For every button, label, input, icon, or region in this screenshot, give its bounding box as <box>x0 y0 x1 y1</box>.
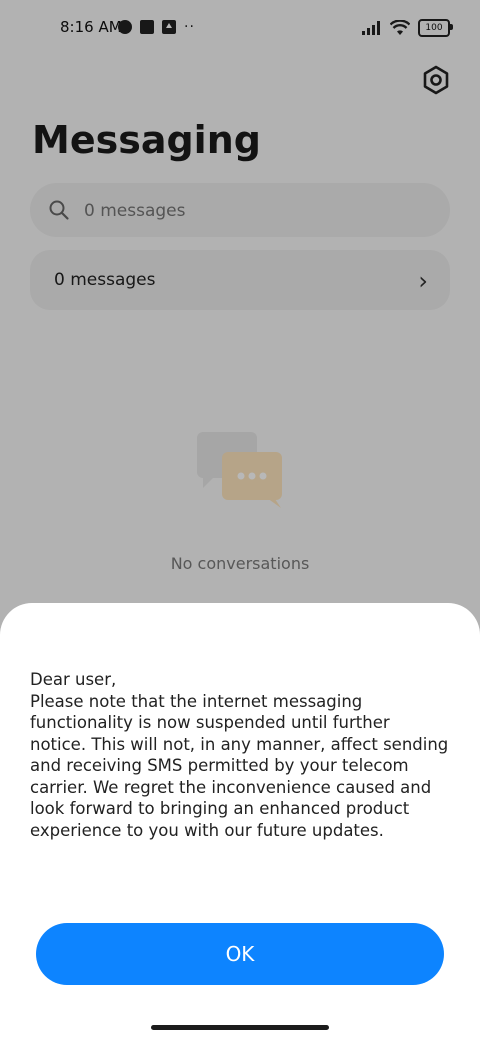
notice-message: Dear user, Please note that the internet… <box>30 670 449 840</box>
ok-button[interactable]: OK <box>36 923 444 985</box>
notice-bottom-sheet: Dear user, Please note that the internet… <box>0 603 480 1040</box>
home-indicator[interactable] <box>151 1025 329 1030</box>
